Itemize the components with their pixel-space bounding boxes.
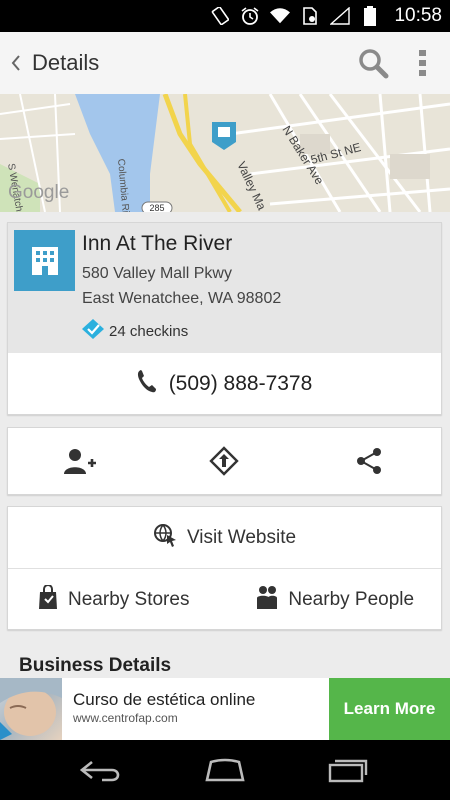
map-label-285: 285 xyxy=(149,203,164,212)
back-nav-button[interactable] xyxy=(72,750,132,790)
links-card: Visit Website Nearby Stores Nearby Peopl… xyxy=(7,506,442,630)
nearby-people-button[interactable]: Nearby People xyxy=(230,569,442,630)
add-friend-icon xyxy=(64,449,97,474)
shopping-bag-icon xyxy=(38,583,58,615)
nearby-stores-button[interactable]: Nearby Stores xyxy=(8,569,220,630)
overflow-menu-icon[interactable] xyxy=(398,32,448,94)
action-bar: Details xyxy=(0,32,450,94)
search-icon[interactable] xyxy=(348,32,398,94)
people-icon xyxy=(256,585,278,615)
nearby-people-label: Nearby People xyxy=(288,588,415,610)
signal-icon xyxy=(330,6,351,26)
ad-title: Curso de estética online xyxy=(73,690,256,709)
wifi-icon xyxy=(270,6,291,26)
learn-more-button[interactable]: Learn More xyxy=(329,678,450,740)
ad-url: www.centrofap.com xyxy=(73,711,178,725)
visit-website-button[interactable]: Visit Website xyxy=(8,507,441,568)
clock: 10:58 xyxy=(394,5,442,26)
venue-info: Inn At The River 580 Valley Mall Pkwy Ea… xyxy=(8,223,441,353)
rotate-icon xyxy=(210,6,230,26)
checkins: 24 checkins xyxy=(82,319,188,343)
ad-banner[interactable]: Curso de estética online www.centrofap.c… xyxy=(0,678,450,740)
recents-icon xyxy=(329,759,368,783)
system-nav-bar xyxy=(0,740,450,800)
visit-website-label: Visit Website xyxy=(186,526,297,548)
checkins-count: 24 checkins xyxy=(109,322,189,340)
phone-row[interactable]: (509) 888-7378 xyxy=(8,353,441,414)
share-icon xyxy=(356,448,381,474)
address-line-2: East Wenatchee, WA 98802 xyxy=(82,290,282,307)
alarm-icon xyxy=(240,6,260,26)
globe-cursor-icon xyxy=(153,523,177,553)
battery-icon xyxy=(360,6,380,26)
back-chevron-icon[interactable] xyxy=(2,32,30,94)
actions-card xyxy=(7,427,442,495)
phone-number: (509) 888-7378 xyxy=(168,371,313,395)
address-line-1: 580 Valley Mall Pkwy xyxy=(82,265,232,282)
nearby-stores-label: Nearby Stores xyxy=(68,588,190,610)
map-view[interactable]: 285 S Wenatchee Ave Columbia Riv N Baker… xyxy=(0,94,450,212)
ad-thumbnail xyxy=(0,678,62,740)
sim-icon xyxy=(300,6,320,26)
venue-card: Inn At The River 580 Valley Mall Pkwy Ea… xyxy=(7,222,442,415)
directions-icon xyxy=(209,446,240,476)
directions-button[interactable] xyxy=(152,428,296,494)
recents-nav-button[interactable] xyxy=(318,750,378,790)
page-title[interactable]: Details xyxy=(32,50,99,76)
home-nav-button[interactable] xyxy=(195,750,255,790)
status-bar: 10:58 xyxy=(0,0,450,32)
venue-name: Inn At The River xyxy=(82,232,233,255)
share-button[interactable] xyxy=(297,428,441,494)
hotel-building-icon xyxy=(14,230,75,291)
add-friend-button[interactable] xyxy=(8,428,152,494)
home-icon xyxy=(205,758,245,782)
business-details-heading: Business Details xyxy=(19,655,172,676)
google-watermark: Google xyxy=(8,182,69,203)
checkin-icon xyxy=(82,319,104,343)
back-arrow-icon xyxy=(79,760,119,782)
phone-icon xyxy=(137,369,157,399)
